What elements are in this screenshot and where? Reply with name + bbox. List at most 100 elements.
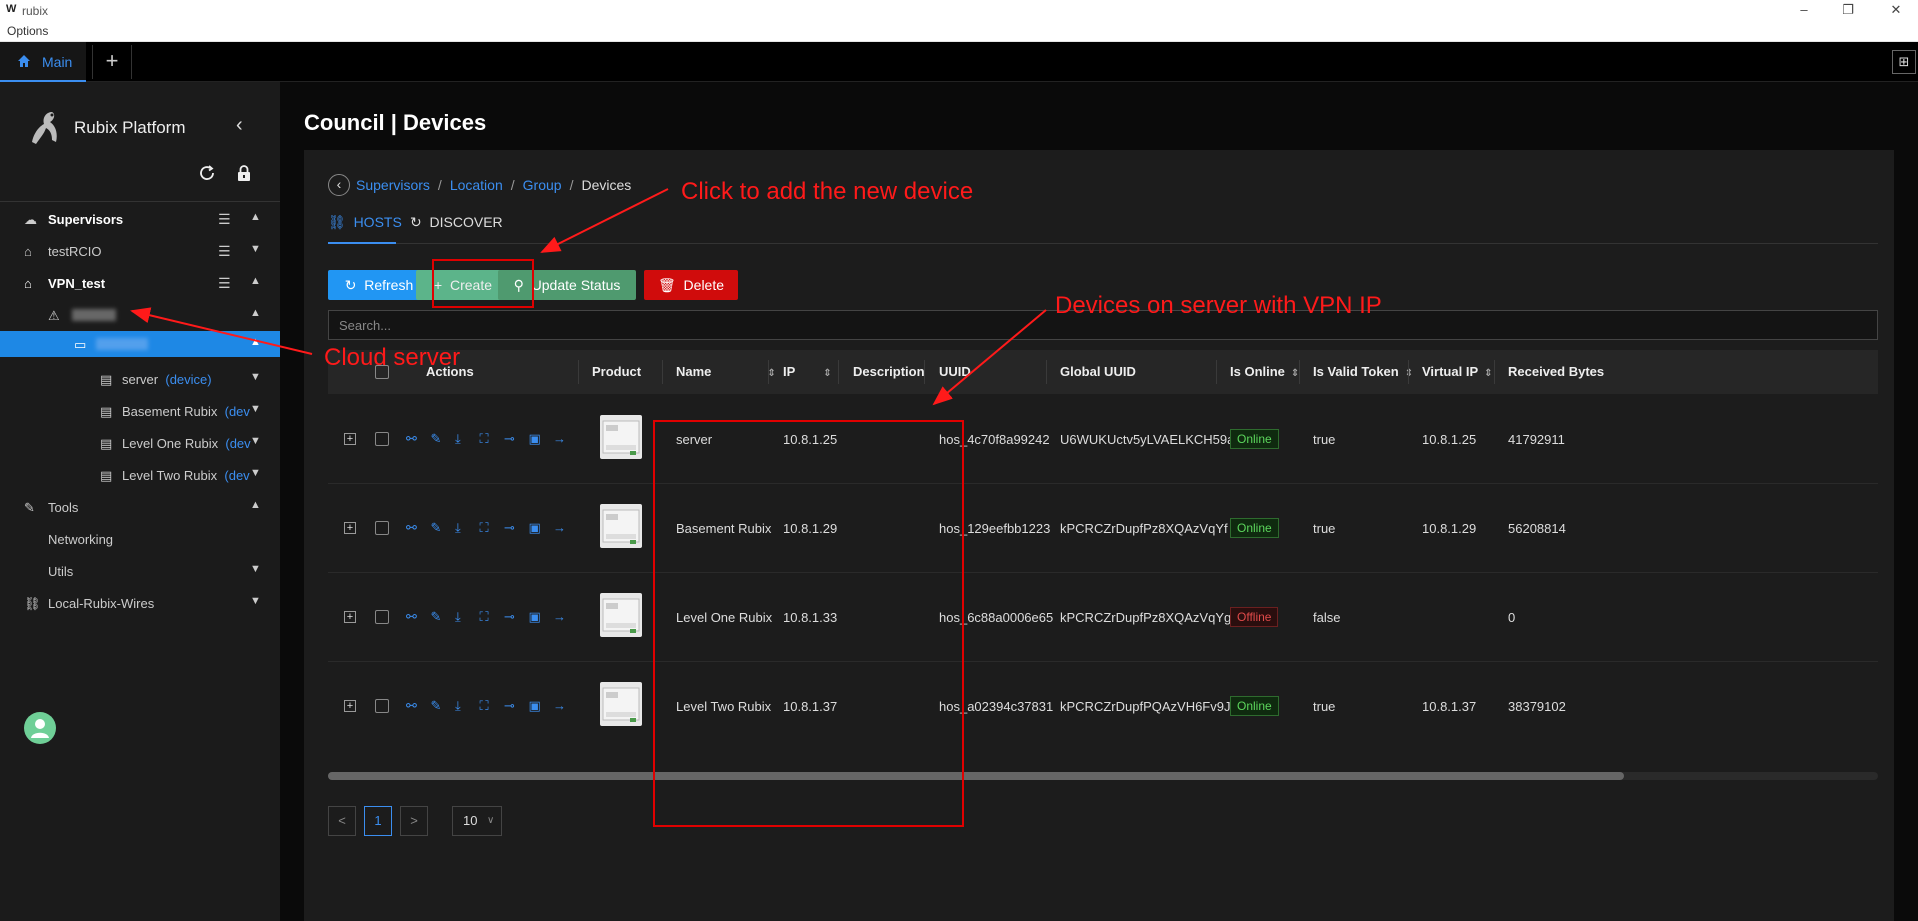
header-virtual-ip[interactable]: Virtual IP ⇕ [1422, 364, 1493, 379]
sidebar-item-basement-rubix[interactable]: ▤ Basement Rubix (dev ▼ [0, 395, 280, 427]
chevron-up-icon[interactable]: ▲ [250, 499, 261, 511]
expand-row-icon[interactable]: + [344, 433, 356, 445]
prev-page-button[interactable]: < [328, 806, 356, 836]
expand-row-icon[interactable]: + [344, 611, 356, 623]
scan-icon[interactable]: ⛶ [480, 520, 489, 536]
arrow-right-icon[interactable]: → [553, 431, 566, 446]
breadcrumb-supervisors[interactable]: Supervisors [356, 177, 430, 193]
sidebar-item-level-two-rubix[interactable]: ▤ Level Two Rubix (dev ▼ [0, 459, 280, 491]
link-icon[interactable]: ⚯ [406, 431, 417, 447]
sidebar-item-selected-host[interactable]: ▭ ▲ [0, 331, 280, 357]
chevron-up-icon[interactable]: ▲ [250, 336, 261, 348]
scrollbar-thumb[interactable] [328, 772, 1624, 780]
tab-hosts[interactable]: ⛓ HOSTS [328, 214, 402, 231]
link-icon[interactable]: ⚯ [406, 520, 417, 536]
close-icon[interactable]: ✕ [1884, 2, 1908, 18]
header-name[interactable]: Name ⇕ [676, 364, 776, 379]
edit-icon[interactable]: ✎ [431, 431, 442, 447]
sidebar-item-local-rubix-wires[interactable]: ⛓ Local-Rubix-Wires ▼ [0, 587, 280, 619]
sidebar-item-utils[interactable]: Utils ▼ [0, 555, 280, 587]
menu-icon[interactable]: ☰ [218, 211, 231, 228]
clipboard-icon[interactable]: ▣ [529, 431, 541, 447]
download-icon[interactable]: ⤓ [455, 609, 461, 625]
row-checkbox[interactable] [375, 610, 389, 624]
chevron-down-icon[interactable]: ▼ [250, 371, 261, 383]
chevron-down-icon[interactable]: ▼ [250, 435, 261, 447]
chevron-up-icon[interactable]: ▲ [250, 275, 261, 287]
key-icon[interactable]: ⊸ [504, 609, 515, 625]
expand-row-icon[interactable]: + [344, 522, 356, 534]
link-icon[interactable]: ⚯ [406, 609, 417, 625]
chevron-down-icon[interactable]: ▼ [250, 403, 261, 415]
expand-row-icon[interactable]: + [344, 700, 356, 712]
scan-icon[interactable]: ⛶ [480, 609, 489, 625]
restore-icon[interactable]: ❐ [1836, 2, 1860, 18]
table-row[interactable]: + ⚯ ✎ ⤓ ⛶ ⊸ ▣ → Basement Rubix 10.8.1.29 hos_129ee… [328, 484, 1878, 573]
sidebar-item-testrcio[interactable]: ⌂ testRCIO ☰ ▼ [0, 235, 280, 267]
sidebar-item-vpn-test[interactable]: ⌂ VPN_test ☰ ▲ [0, 267, 280, 299]
chevron-up-icon[interactable]: ▲ [250, 307, 261, 319]
update-status-button[interactable]: ⚲ Update Status [498, 270, 636, 300]
header-is-valid-token[interactable]: Is Valid Token⇕ [1313, 364, 1413, 379]
arrow-right-icon[interactable]: → [553, 609, 566, 624]
scan-icon[interactable]: ⛶ [480, 431, 489, 447]
chevron-down-icon[interactable]: ▼ [250, 467, 261, 479]
download-icon[interactable]: ⤓ [455, 520, 461, 536]
row-checkbox[interactable] [375, 432, 389, 446]
arrow-right-icon[interactable]: → [553, 698, 566, 713]
tab-main[interactable]: Main [0, 42, 86, 82]
chevron-down-icon[interactable]: ▼ [250, 243, 261, 255]
tab-discover[interactable]: ↻ DISCOVER [410, 214, 503, 231]
table-row[interactable]: + ⚯ ✎ ⤓ ⛶ ⊸ ▣ → Level One Rubix 10.8.1.33 hos_6c88… [328, 573, 1878, 662]
horizontal-scrollbar[interactable] [328, 772, 1878, 780]
key-icon[interactable]: ⊸ [504, 520, 515, 536]
row-checkbox[interactable] [375, 699, 389, 713]
download-icon[interactable]: ⤓ [455, 431, 461, 447]
clipboard-icon[interactable]: ▣ [529, 520, 541, 536]
sidebar-item-level-one-rubix[interactable]: ▤ Level One Rubix (dev ▼ [0, 427, 280, 459]
menu-icon[interactable]: ☰ [218, 243, 231, 260]
avatar[interactable] [24, 712, 56, 744]
clipboard-icon[interactable]: ▣ [529, 698, 541, 714]
chevron-down-icon[interactable]: ▼ [250, 595, 261, 607]
edit-icon[interactable]: ✎ [431, 520, 442, 536]
table-row[interactable]: + ⚯ ✎ ⤓ ⛶ ⊸ ▣ → Level Two Rubix 10.8.1.37 hos_a023… [328, 662, 1878, 750]
chevron-down-icon[interactable]: ▼ [250, 563, 261, 575]
chevron-up-icon[interactable]: ▲ [250, 211, 261, 223]
edit-icon[interactable]: ✎ [431, 609, 442, 625]
header-is-online[interactable]: Is Online ⇕ [1230, 364, 1299, 379]
row-checkbox[interactable] [375, 521, 389, 535]
sidebar-item-supervisors[interactable]: ☁ Supervisors ☰ ▲ [0, 203, 280, 235]
next-page-button[interactable]: > [400, 806, 428, 836]
key-icon[interactable]: ⊸ [504, 698, 515, 714]
refresh-button[interactable]: ↻ Refresh [328, 270, 430, 300]
layout-icon[interactable]: ⊞ [1892, 50, 1916, 74]
menu-icon[interactable]: ☰ [218, 275, 231, 292]
edit-icon[interactable]: ✎ [431, 698, 442, 714]
key-icon[interactable]: ⊸ [504, 431, 515, 447]
link-icon[interactable]: ⚯ [406, 698, 417, 714]
header-ip[interactable]: IP ⇕ [783, 364, 832, 379]
arrow-right-icon[interactable]: → [553, 520, 566, 535]
sidebar-item-networking[interactable]: Networking [0, 523, 280, 555]
page-size-select[interactable]: 10 ∨ [452, 806, 502, 836]
clipboard-icon[interactable]: ▣ [529, 609, 541, 625]
breadcrumb-location[interactable]: Location [450, 177, 503, 193]
delete-button[interactable]: 🗑 Delete [644, 270, 738, 300]
lock-icon[interactable] [236, 164, 252, 185]
minimize-icon[interactable]: – [1792, 2, 1816, 17]
collapse-sidebar-icon[interactable]: ‹ [236, 114, 243, 137]
breadcrumb-group[interactable]: Group [523, 177, 562, 193]
menu-options[interactable]: Options [7, 24, 48, 38]
sidebar-item-tools[interactable]: ✎ Tools ▲ [0, 491, 280, 523]
add-tab-button[interactable]: + [92, 45, 132, 79]
back-button[interactable]: ‹ [328, 174, 350, 196]
refresh-icon[interactable] [198, 164, 216, 185]
sidebar-item-cloud-server[interactable]: ⚠ ▲ [0, 299, 280, 331]
download-icon[interactable]: ⤓ [455, 698, 461, 714]
table-row[interactable]: + ⚯ ✎ ⤓ ⛶ ⊸ ▣ → server 10.8.1.25 hos_4c70f8a99242 U… [328, 395, 1878, 484]
sidebar-item-server[interactable]: ▤ server (device) ▼ [0, 363, 280, 395]
create-button[interactable]: + Create [416, 270, 510, 300]
scan-icon[interactable]: ⛶ [480, 698, 489, 714]
page-1-button[interactable]: 1 [364, 806, 392, 836]
